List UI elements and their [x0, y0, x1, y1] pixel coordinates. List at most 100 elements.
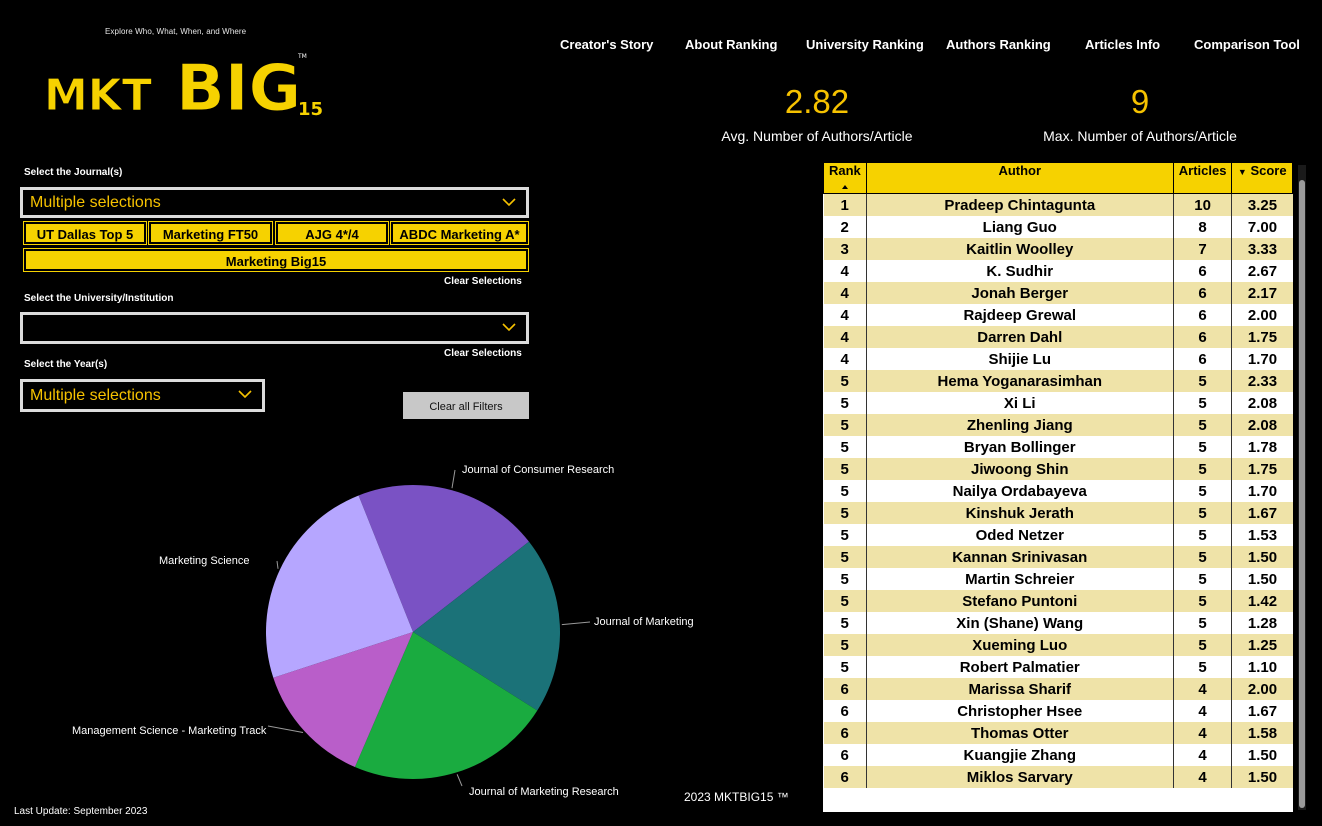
cell-articles: 5: [1173, 568, 1233, 590]
clear-journal-selections[interactable]: Clear Selections: [444, 276, 522, 287]
cell-articles: 5: [1173, 502, 1233, 524]
table-row[interactable]: 4 Shijie Lu 6 1.70: [823, 348, 1293, 370]
table-row[interactable]: 6 Kuangjie Zhang 4 1.50: [823, 744, 1293, 766]
table-row[interactable]: 4 Rajdeep Grewal 6 2.00: [823, 304, 1293, 326]
cell-articles: 6: [1173, 304, 1233, 326]
sort-desc-icon: ▼: [1237, 167, 1247, 177]
cell-author: Rajdeep Grewal: [866, 304, 1174, 326]
clear-university-selections[interactable]: Clear Selections: [444, 348, 522, 359]
chip-ut-dallas-top5[interactable]: UT Dallas Top 5: [23, 221, 147, 245]
cell-rank: 5: [823, 458, 867, 480]
cell-rank: 5: [823, 524, 867, 546]
table-row[interactable]: 2 Liang Guo 8 7.00: [823, 216, 1293, 238]
nav-comparison-tool[interactable]: Comparison Tool: [1194, 37, 1300, 52]
kpi-avg-authors-label: Avg. Number of Authors/Article: [721, 128, 913, 144]
cell-score: 1.28: [1231, 612, 1293, 634]
year-dropdown[interactable]: Multiple selections: [20, 379, 265, 412]
table-row[interactable]: 5 Oded Netzer 5 1.53: [823, 524, 1293, 546]
university-dropdown[interactable]: [20, 312, 529, 344]
cell-articles: 5: [1173, 612, 1233, 634]
cell-rank: 5: [823, 392, 867, 414]
table-row[interactable]: 5 Martin Schreier 5 1.50: [823, 568, 1293, 590]
chip-marketing-ft50[interactable]: Marketing FT50: [148, 221, 273, 245]
table-row[interactable]: 5 Kinshuk Jerath 5 1.67: [823, 502, 1293, 524]
cell-rank: 5: [823, 370, 867, 392]
table-row[interactable]: 5 Stefano Puntoni 5 1.42: [823, 590, 1293, 612]
nav-articles-info[interactable]: Articles Info: [1085, 37, 1160, 52]
table-row[interactable]: 5 Zhenling Jiang 5 2.08: [823, 414, 1293, 436]
cell-score: 1.67: [1231, 502, 1293, 524]
table-row[interactable]: 1 Pradeep Chintagunta 10 3.25: [823, 193, 1293, 216]
cell-author: K. Sudhir: [866, 260, 1174, 282]
table-row[interactable]: 4 K. Sudhir 6 2.67: [823, 260, 1293, 282]
table-row[interactable]: 5 Robert Palmatier 5 1.10: [823, 656, 1293, 678]
logo-text-big: BIG: [176, 52, 301, 123]
cell-author: Christopher Hsee: [866, 700, 1174, 722]
cell-articles: 4: [1173, 744, 1233, 766]
pie-leader-line-2: [456, 774, 463, 787]
journal-dropdown[interactable]: Multiple selections: [20, 187, 529, 218]
pie-leader-line-1: [561, 621, 591, 626]
cell-rank: 5: [823, 502, 867, 524]
table-row[interactable]: 5 Hema Yoganarasimhan 5 2.33: [823, 370, 1293, 392]
table-row[interactable]: 3 Kaitlin Woolley 7 3.33: [823, 238, 1293, 260]
table-row[interactable]: 5 Xueming Luo 5 1.25: [823, 634, 1293, 656]
cell-author: Jonah Berger: [866, 282, 1174, 304]
col-score-header[interactable]: ▼ Score: [1231, 162, 1293, 194]
table-row[interactable]: 5 Jiwoong Shin 5 1.75: [823, 458, 1293, 480]
cell-author: Zhenling Jiang: [866, 414, 1174, 436]
nav-authors-ranking[interactable]: Authors Ranking: [946, 37, 1051, 52]
cell-score: 2.17: [1231, 282, 1293, 304]
nav-about-ranking[interactable]: About Ranking: [685, 37, 777, 52]
chip-abdc-marketing-a[interactable]: ABDC Marketing A*: [390, 221, 529, 245]
table-row[interactable]: 5 Xin (Shane) Wang 5 1.28: [823, 612, 1293, 634]
cell-author: Pradeep Chintagunta: [866, 193, 1174, 216]
table-row[interactable]: 5 Kannan Srinivasan 5 1.50: [823, 546, 1293, 568]
col-rank-header[interactable]: Rank: [823, 162, 867, 194]
logo-trademark: TM: [297, 53, 307, 60]
cell-articles: 7: [1173, 238, 1233, 260]
cell-score: 1.42: [1231, 590, 1293, 612]
table-row[interactable]: 6 Thomas Otter 4 1.58: [823, 722, 1293, 744]
nav-creators-story[interactable]: Creator's Story: [560, 37, 653, 52]
cell-author: Miklos Sarvary: [866, 766, 1174, 788]
cell-author: Stefano Puntoni: [866, 590, 1174, 612]
chip-marketing-big15[interactable]: Marketing Big15: [23, 248, 529, 272]
year-filter-title: Select the Year(s): [24, 359, 108, 370]
cell-rank: 5: [823, 480, 867, 502]
cell-articles: 5: [1173, 524, 1233, 546]
table-row[interactable]: 5 Xi Li 5 2.08: [823, 392, 1293, 414]
pie-leader-line-0: [451, 469, 456, 489]
table-row[interactable]: 4 Darren Dahl 6 1.75: [823, 326, 1293, 348]
cell-author: Thomas Otter: [866, 722, 1174, 744]
cell-score: 1.75: [1231, 326, 1293, 348]
pie-label-jm: Journal of Marketing: [594, 616, 694, 628]
table-row[interactable]: 6 Christopher Hsee 4 1.67: [823, 700, 1293, 722]
table-row[interactable]: 4 Jonah Berger 6 2.17: [823, 282, 1293, 304]
chip-ajg-4[interactable]: AJG 4*/4: [275, 221, 389, 245]
pie-label-jcr: Journal of Consumer Research: [462, 464, 615, 476]
cell-articles: 4: [1173, 678, 1233, 700]
journal-dropdown-value: Multiple selections: [30, 193, 161, 211]
table-row[interactable]: 6 Miklos Sarvary 4 1.50: [823, 766, 1293, 788]
nav-university-ranking[interactable]: University Ranking: [806, 37, 924, 52]
cell-author: Xueming Luo: [866, 634, 1174, 656]
cell-articles: 5: [1173, 656, 1233, 678]
table-scrollbar-thumb[interactable]: [1299, 180, 1305, 808]
table-row[interactable]: 5 Bryan Bollinger 5 1.78: [823, 436, 1293, 458]
clear-all-filters-button[interactable]: Clear all Filters: [403, 392, 529, 419]
cell-author: Xi Li: [866, 392, 1174, 414]
cell-author: Jiwoong Shin: [866, 458, 1174, 480]
cell-rank: 5: [823, 436, 867, 458]
col-author-header[interactable]: Author: [865, 162, 1174, 194]
col-articles-header[interactable]: Articles: [1172, 162, 1233, 194]
cell-score: 2.08: [1231, 414, 1293, 436]
journal-filter-title: Select the Journal(s): [24, 167, 123, 178]
table-row[interactable]: 6 Marissa Sharif 4 2.00: [823, 678, 1293, 700]
cell-rank: 6: [823, 700, 867, 722]
cell-rank: 6: [823, 678, 867, 700]
cell-score: 2.33: [1231, 370, 1293, 392]
cell-score: 2.00: [1231, 304, 1293, 326]
cell-articles: 6: [1173, 282, 1233, 304]
table-row[interactable]: 5 Nailya Ordabayeva 5 1.70: [823, 480, 1293, 502]
